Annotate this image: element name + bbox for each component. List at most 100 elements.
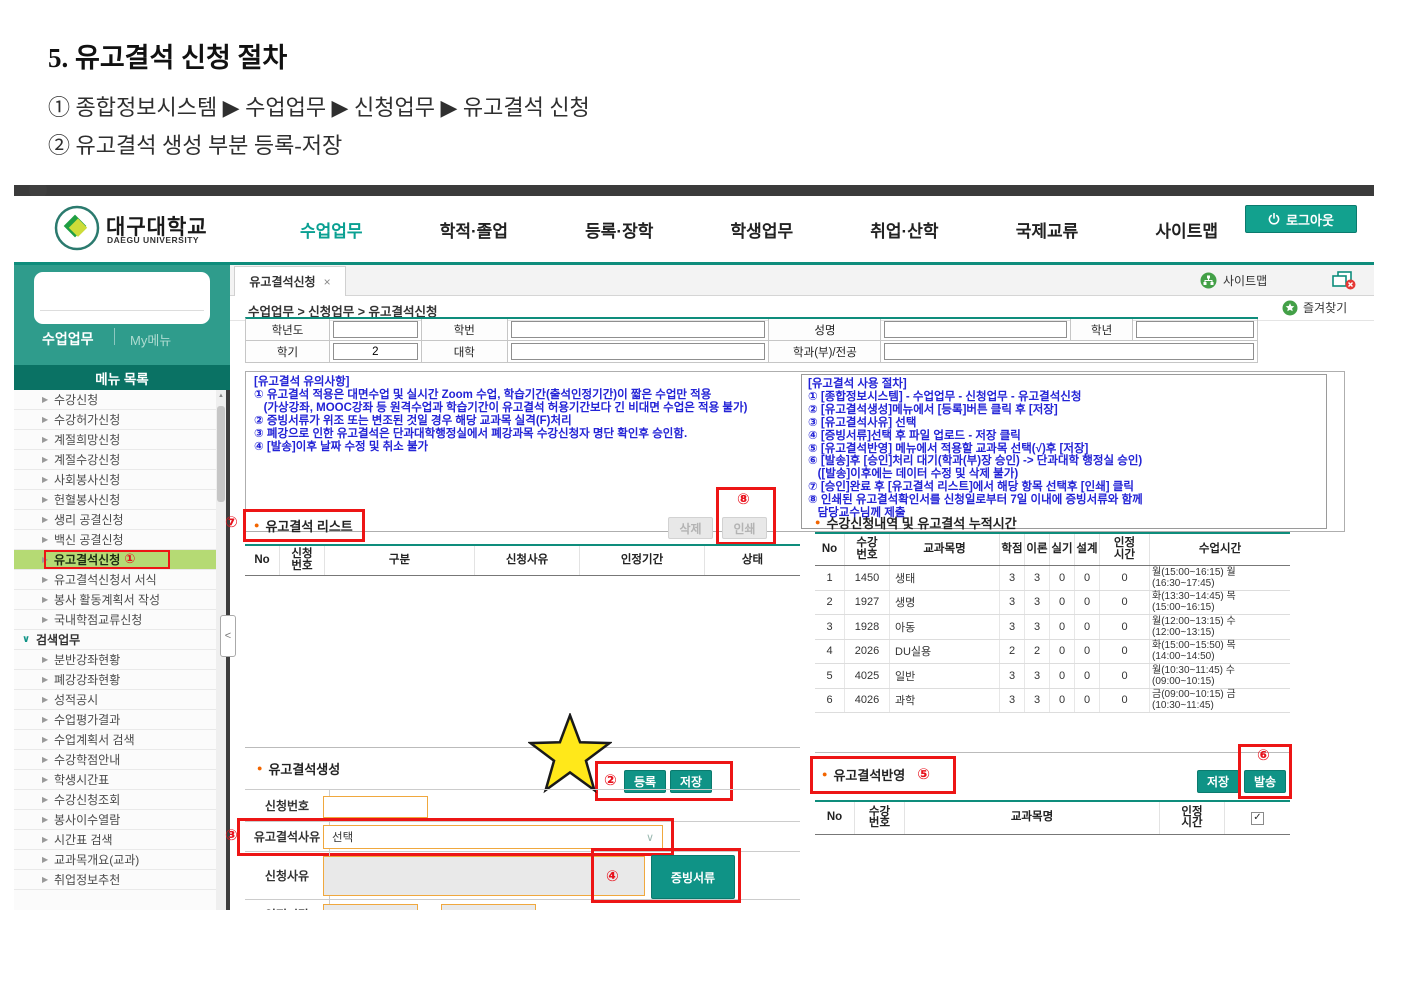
star-icon — [528, 713, 612, 795]
sidebar-item-timetable-search[interactable]: ▶시간표 검색 — [14, 830, 216, 850]
period-end-input[interactable] — [441, 904, 536, 910]
table-row[interactable]: 31928아동33000월(12:00~13:15) 수(12:00~13:15… — [815, 615, 1290, 640]
delete-button[interactable]: 삭제 — [668, 517, 713, 539]
sidebar-item-sugang-heoga[interactable]: ▶수강허가신청 — [14, 410, 216, 430]
sidebar-item-credit-exchange[interactable]: ▶국내학점교류신청 — [14, 610, 216, 630]
tab-label: 유고결석신청 — [249, 273, 315, 290]
sidebar-item-service-record[interactable]: ▶봉사이수열람 — [14, 810, 216, 830]
scrollbar-thumb[interactable] — [217, 406, 225, 502]
sidebar-item-yugo-form[interactable]: ▶유고결석신청서 서식 — [14, 570, 216, 590]
logout-label: 로그아웃 — [1286, 210, 1334, 229]
cell: 3 — [1000, 664, 1025, 688]
sidebar-item-yugo-absence[interactable]: ▶유고결석신청① — [14, 550, 216, 570]
dept-input[interactable] — [884, 343, 1254, 360]
sidebar-tab-classwork[interactable]: 수업업무 — [42, 329, 94, 349]
nav-item-classwork[interactable]: 수업업무 — [300, 217, 363, 242]
reason-row: 유고결석사유 선택 ∨ — [245, 822, 800, 852]
table-row[interactable]: 21927생명33000화(13:30~14:45) 목(15:00~16:15… — [815, 591, 1290, 616]
college-input[interactable] — [511, 343, 766, 360]
name-input[interactable] — [884, 321, 1067, 338]
nav-item-career[interactable]: 취업·산학 — [870, 217, 938, 242]
nav-item-records[interactable]: 학적·졸업 — [440, 217, 508, 242]
applyreason-label: 신청사유 — [245, 852, 330, 899]
sidebar-tab-mymenu[interactable]: My메뉴 — [130, 330, 171, 349]
apply-save-button[interactable]: 저장 — [1197, 770, 1239, 793]
reason-select[interactable]: 선택 ∨ — [323, 825, 663, 849]
sidebar-item-credit-guide[interactable]: ▶수강학점안내 — [14, 750, 216, 770]
tab-yugo-absence[interactable]: 유고결석신청 × — [234, 266, 346, 296]
close-all-windows-button[interactable] — [1332, 271, 1356, 295]
col-theory: 이론 — [1025, 534, 1050, 565]
select-all-checkbox[interactable]: ✓ — [1251, 812, 1264, 825]
sidebar-item-syllabus-search[interactable]: ▶수업계획서 검색 — [14, 730, 216, 750]
university-logo[interactable] — [54, 205, 100, 251]
sidebar-item-label: 성적공시 — [54, 690, 98, 710]
sidebar-item-class-status[interactable]: ▶분반강좌현황 — [14, 650, 216, 670]
apply-table-header: No 수강 번호 교과목명 인정 시간 ✓ — [815, 802, 1290, 835]
print-button[interactable]: 인쇄 — [722, 517, 767, 539]
menu-arrow-icon: ▶ — [42, 670, 48, 690]
period-start-input[interactable] — [323, 904, 418, 910]
yugo-list-table-header: No 신청 번호 구분 신청사유 인정기간 상태 — [245, 546, 800, 576]
sidebar-item-closed-class[interactable]: ▶폐강강좌현황 — [14, 670, 216, 690]
grade-input[interactable] — [1136, 321, 1254, 338]
sidebar-item-eval-result[interactable]: ▶수업평가결과 — [14, 710, 216, 730]
logo-subtitle: DAEGU UNIVERSITY — [107, 235, 199, 245]
sidebar-item-season-hope[interactable]: ▶계절희망신청 — [14, 430, 216, 450]
period-tilde: ~ — [428, 908, 435, 910]
sidebar-item-sugang[interactable]: ▶수강신청 — [14, 390, 216, 410]
cell: 1 — [815, 566, 845, 590]
doc-step-2: ② 유고결석 생성 부분 등록-저장 — [48, 128, 342, 160]
applyno-input[interactable] — [323, 796, 428, 818]
tab-close-icon[interactable]: × — [324, 275, 331, 289]
sidebar-item-label: 국내학점교류신청 — [54, 610, 142, 630]
create-section-title: 유고결석생성 — [268, 759, 340, 778]
year-input[interactable] — [333, 321, 418, 338]
sidebar-collapse-button[interactable]: < — [220, 615, 236, 657]
sidebar-item-service-plan[interactable]: ▶봉사 활동계획서 작성 — [14, 590, 216, 610]
sidebar-category-search[interactable]: ∨검색업무 — [14, 630, 216, 650]
sidebar-item-student-timetable[interactable]: ▶학생시간표 — [14, 770, 216, 790]
send-button[interactable]: 발송 — [1244, 770, 1286, 793]
sitemap-shortcut[interactable]: 사이트맵 — [1200, 272, 1267, 289]
sidebar-item-social-service[interactable]: ▶사회봉사신청 — [14, 470, 216, 490]
notice-line: ④ [발송]이후 날짜 수정 및 취소 불가 — [254, 441, 794, 454]
cell: 0 — [1075, 689, 1100, 713]
studentno-input[interactable] — [511, 321, 766, 338]
bullet-icon: ● — [815, 518, 820, 527]
sidebar-item-label: 시간표 검색 — [54, 830, 113, 850]
nav-item-sitemap[interactable]: 사이트맵 — [1155, 217, 1218, 242]
nav-item-student[interactable]: 학생업무 — [731, 217, 794, 242]
logout-button[interactable]: 로그아웃 — [1245, 205, 1357, 233]
sidebar-item-blood-service[interactable]: ▶헌혈봉사신청 — [14, 490, 216, 510]
sidebar-item-menstrual-absence[interactable]: ▶생리 공결신청 — [14, 510, 216, 530]
sidebar-tab-divider — [114, 328, 115, 345]
cell-classtime: 화(13:30~14:45) 목(15:00~16:15) — [1150, 591, 1290, 615]
nav-item-international[interactable]: 국제교류 — [1016, 217, 1079, 242]
favorite-button[interactable]: 즐겨찾기 — [1282, 299, 1347, 316]
cell: 4 — [815, 640, 845, 664]
table-row[interactable]: 54025일반33000월(10:30~11:45) 수(09:00~10:15… — [815, 664, 1290, 689]
col-applyno: 신청 번호 — [280, 546, 325, 575]
table-row[interactable]: 64026과학33000금(09:00~10:15) 금(10:30~11:45… — [815, 689, 1290, 714]
table-row[interactable]: 11450생태33000월(15:00~16:15) 월(16:30~17:45… — [815, 566, 1290, 591]
sidebar-item-clipped[interactable]: ▶취업정보추천 — [14, 870, 216, 890]
col-classtime: 수업시간 — [1150, 534, 1290, 565]
nav-item-registration[interactable]: 등록·장학 — [585, 217, 653, 242]
sidebar-item-course-outline[interactable]: ▶교과목개요(교과) — [14, 850, 216, 870]
sidebar-item-label: 수업평가결과 — [54, 710, 120, 730]
notice-line: ① [종합정보시스템] - 수업업무 - 신청업무 - 유고결석신청 — [808, 391, 1320, 404]
scroll-up-icon[interactable]: ▲ — [218, 393, 224, 399]
sidebar-item-vaccine-absence[interactable]: ▶백신 공결신청 — [14, 530, 216, 550]
table-row[interactable]: 42026DU실용22000화(15:00~15:50) 목(14:00~14:… — [815, 640, 1290, 665]
applyreason-textarea[interactable] — [323, 856, 645, 896]
sidebar-item-sugang-lookup[interactable]: ▶수강신청조회 — [14, 790, 216, 810]
term-cell — [330, 341, 422, 363]
attach-button[interactable]: 증빙서류 — [651, 855, 735, 899]
doc-title: 5. 유고결석 신청 절차 — [48, 36, 287, 75]
college-cell — [508, 341, 770, 363]
term-input[interactable] — [333, 343, 418, 360]
sidebar-item-season-sugang[interactable]: ▶계절수강신청 — [14, 450, 216, 470]
sidebar-item-grade-post[interactable]: ▶성적공시 — [14, 690, 216, 710]
col-courseno: 수강 번호 — [855, 802, 905, 834]
